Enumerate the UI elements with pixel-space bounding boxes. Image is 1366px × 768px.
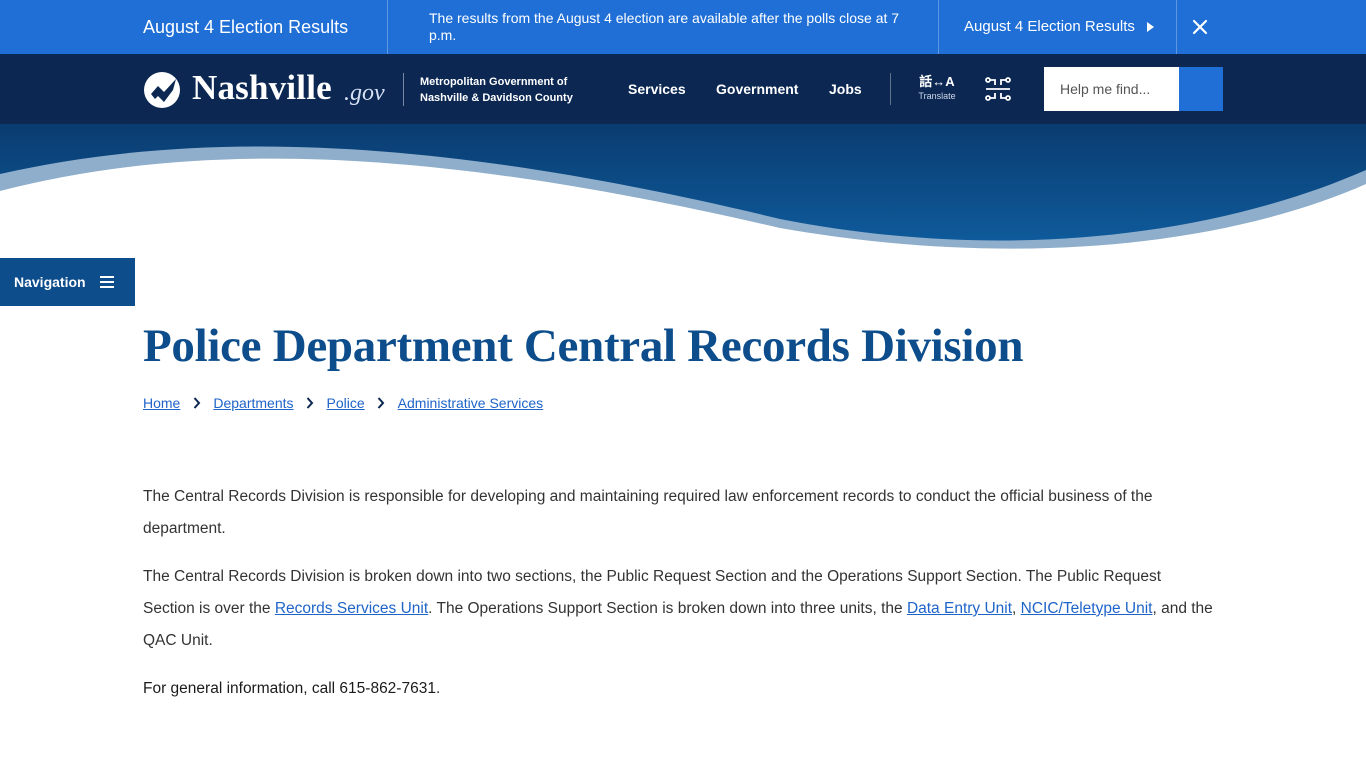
- translate-label: Translate: [918, 91, 956, 101]
- alert-results-link[interactable]: August 4 Election Results: [964, 0, 1154, 54]
- nav-divider: [890, 73, 891, 105]
- alert-divider: [387, 0, 388, 54]
- circuit-icon[interactable]: [984, 76, 1012, 102]
- chevron-right-icon: [365, 393, 398, 413]
- alert-divider: [938, 0, 939, 54]
- search-button[interactable]: [1179, 67, 1223, 111]
- nav-jobs[interactable]: Jobs: [829, 54, 862, 124]
- breadcrumb: Home Departments Police Administrative S…: [143, 393, 543, 413]
- triangle-right-icon: [1146, 22, 1154, 32]
- paragraph-text: ,: [1012, 600, 1021, 617]
- close-icon[interactable]: [1190, 17, 1210, 37]
- alert-title: August 4 Election Results: [143, 17, 349, 37]
- intro-paragraph: The Central Records Division is responsi…: [143, 488, 1153, 537]
- page-title: Police Department Central Records Divisi…: [143, 320, 1024, 372]
- translate-icon: 話↔A: [919, 74, 955, 89]
- paragraph-text: . The Operations Support Section is brok…: [428, 600, 907, 617]
- metro-line-2: Nashville & Davidson County: [420, 92, 573, 104]
- logo-divider: [403, 73, 404, 106]
- contact-period: .: [435, 680, 441, 697]
- hero-banner: [0, 124, 1366, 257]
- breadcrumb-police[interactable]: Police: [327, 393, 365, 413]
- logo-wordmark[interactable]: Nashville: [192, 68, 332, 108]
- contact-info: For general information, call 615-862-76…: [143, 680, 436, 697]
- alert-link-label: August 4 Election Results: [964, 18, 1135, 35]
- hamburger-icon: [99, 276, 114, 288]
- sections-paragraph: The Central Records Division is broken d…: [143, 561, 1213, 657]
- nav-government[interactable]: Government: [716, 54, 798, 124]
- chevron-right-icon: [180, 393, 213, 413]
- alert-message: The results from the August 4 election a…: [429, 10, 900, 43]
- data-entry-unit-link[interactable]: Data Entry Unit: [907, 600, 1012, 617]
- site-header: Nashville .gov Metropolitan Government o…: [0, 54, 1366, 124]
- navigation-toggle[interactable]: Navigation: [0, 258, 135, 306]
- metro-government-label: Metropolitan Government of Nashville & D…: [420, 74, 573, 106]
- chevron-right-icon: [294, 393, 327, 413]
- breadcrumb-departments[interactable]: Departments: [213, 393, 293, 413]
- translate-button[interactable]: 話↔A Translate: [914, 74, 960, 102]
- navigation-label: Navigation: [14, 274, 86, 290]
- contact-paragraph: For general information, call 615-862-76…: [143, 673, 1213, 705]
- breadcrumb-administrative-services[interactable]: Administrative Services: [398, 393, 544, 413]
- main-content: The Central Records Division is responsi…: [143, 481, 1213, 721]
- ncic-teletype-unit-link[interactable]: NCIC/Teletype Unit: [1021, 600, 1153, 617]
- search-input[interactable]: [1044, 67, 1180, 111]
- alert-bar: August 4 Election Results The results fr…: [0, 0, 1366, 54]
- logo-suffix: .gov: [344, 80, 385, 106]
- nav-services[interactable]: Services: [628, 54, 686, 124]
- alert-divider: [1176, 0, 1177, 54]
- breadcrumb-home[interactable]: Home: [143, 393, 180, 413]
- metro-line-1: Metropolitan Government of: [420, 76, 568, 88]
- records-services-unit-link[interactable]: Records Services Unit: [275, 600, 428, 617]
- nashville-logo-icon[interactable]: [143, 71, 183, 109]
